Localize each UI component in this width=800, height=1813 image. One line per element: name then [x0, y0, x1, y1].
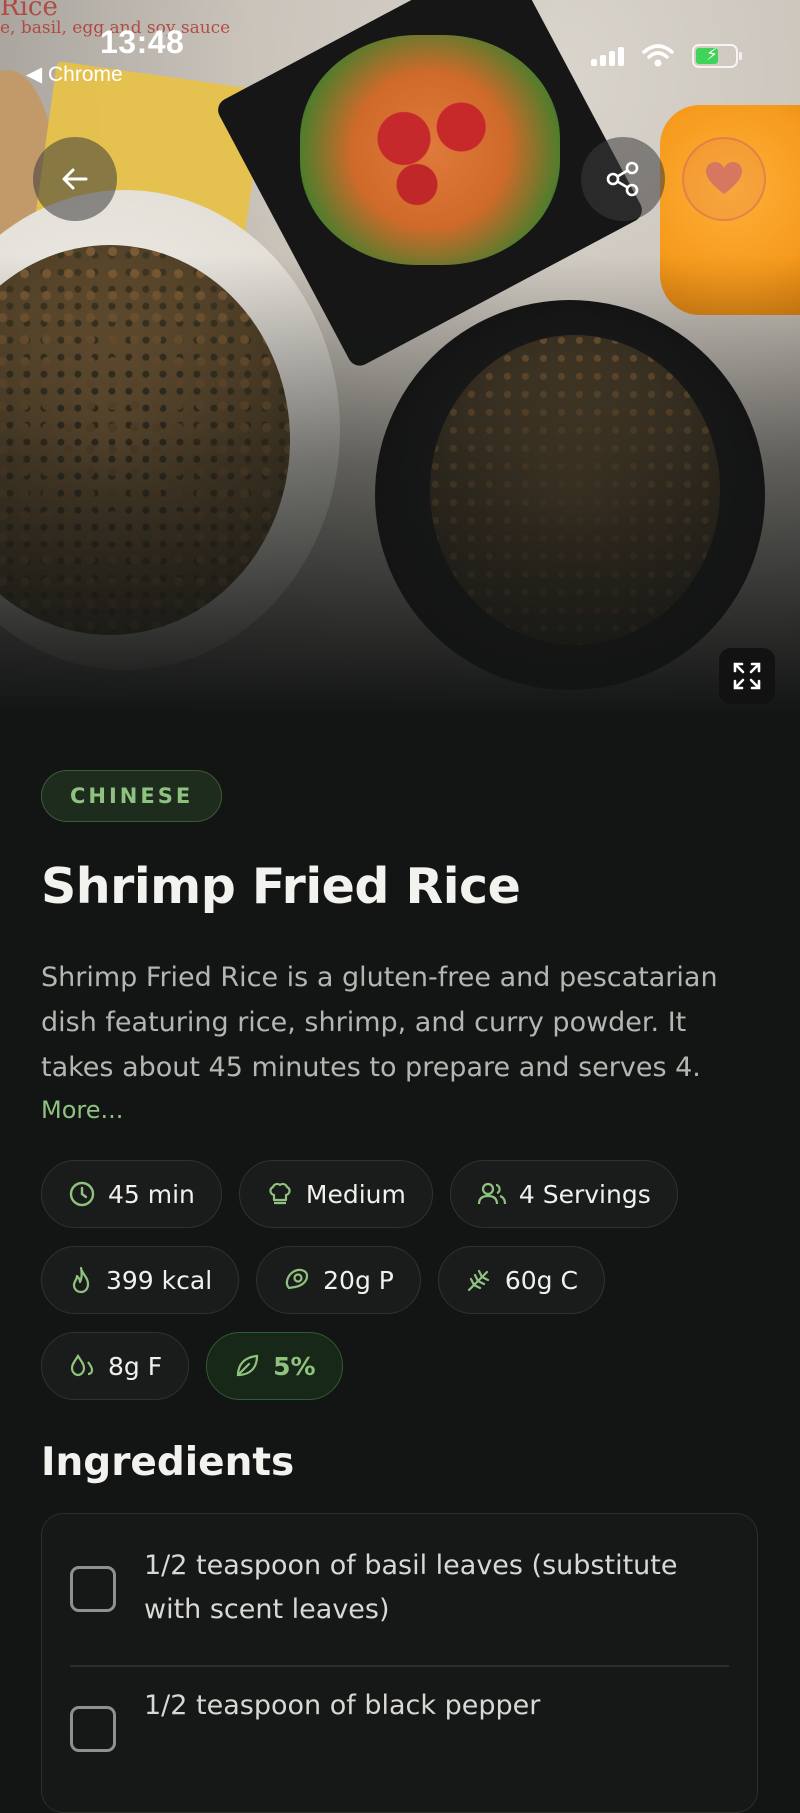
status-time: 13:48 [100, 24, 185, 60]
users-icon [477, 1182, 506, 1205]
ingredient-text: 1/2 teaspoon of black pepper [144, 1690, 541, 1721]
droplets-icon [70, 1353, 94, 1377]
heart-icon [706, 162, 742, 194]
protein-chip: 20g P [256, 1246, 421, 1314]
back-to-app[interactable]: ◀ Chrome [26, 62, 123, 87]
expand-image-button[interactable] [719, 648, 775, 704]
wheat-icon [467, 1269, 489, 1292]
meat-icon [285, 1268, 309, 1290]
servings-chip: 4 Servings [449, 1160, 678, 1228]
hero-photo: Rice e, basil, egg and soy sauce [0, 0, 800, 715]
time-value: 45 min [108, 1179, 195, 1209]
cuisine-badge: CHINESE [41, 770, 223, 822]
health-score-chip: 5% [206, 1332, 343, 1400]
share-icon [606, 161, 639, 197]
flame-icon [72, 1266, 90, 1294]
protein-value: 20g P [323, 1265, 394, 1295]
ingredient-item[interactable]: 1/2 teaspoon of basil leaves (substitute… [70, 1544, 729, 1632]
wifi-icon [642, 44, 674, 67]
arrow-left-icon [62, 168, 88, 190]
expand-icon [733, 662, 761, 690]
recipe-description: Shrimp Fried Rice is a gluten-free and p… [41, 962, 718, 1083]
divider [70, 1665, 729, 1667]
calories-value: 399 kcal [106, 1265, 213, 1295]
ingredient-checkbox[interactable] [70, 1566, 116, 1612]
ingredient-item[interactable]: 1/2 teaspoon of black pepper [70, 1684, 729, 1752]
share-button[interactable] [581, 137, 665, 221]
difficulty-value: Medium [305, 1179, 406, 1209]
more-link[interactable]: More... [41, 1096, 123, 1124]
leaf-icon [237, 1354, 259, 1377]
calories-chip: 399 kcal [41, 1246, 240, 1314]
back-button[interactable] [33, 137, 117, 221]
time-chip: 45 min [41, 1160, 222, 1228]
ingredient-text: 1/2 teaspoon of basil leaves (substitute… [144, 1550, 678, 1625]
servings-value: 4 Servings [518, 1179, 651, 1209]
ingredient-checkbox[interactable] [70, 1706, 116, 1752]
carbs-chip: 60g C [437, 1246, 605, 1314]
fat-chip: 8g F [41, 1332, 190, 1400]
carbs-value: 60g C [504, 1265, 578, 1295]
battery-icon: ⚡ [692, 44, 742, 68]
status-icons: ⚡ [591, 44, 742, 68]
health-score-value: 5% [273, 1351, 316, 1381]
chef-hat-icon [269, 1182, 291, 1205]
cellular-signal-icon [591, 46, 624, 66]
salad [300, 35, 560, 265]
ingredients-title: Ingredients [41, 1440, 295, 1485]
ingredients-list: 1/2 teaspoon of basil leaves (substitute… [41, 1513, 758, 1813]
fat-value: 8g F [108, 1351, 163, 1381]
difficulty-chip: Medium [238, 1160, 433, 1228]
recipe-info-chips: 45 min Medium 4 Servings 399 kcal 20g P … [41, 1160, 771, 1418]
recipe-title: Shrimp Fried Rice [41, 858, 521, 915]
clock-icon [69, 1181, 95, 1207]
favorite-button[interactable] [682, 137, 766, 221]
